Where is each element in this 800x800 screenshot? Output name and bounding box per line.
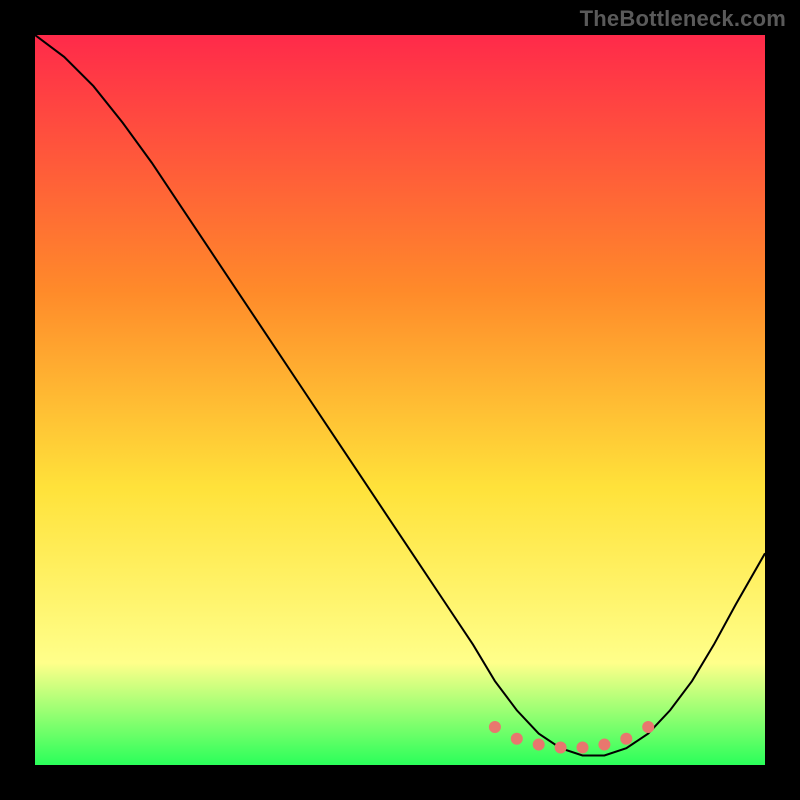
optimal-dot [511, 733, 523, 745]
plot-svg [35, 35, 765, 765]
chart-frame: TheBottleneck.com [0, 0, 800, 800]
gradient-background [35, 35, 765, 765]
optimal-dot [489, 721, 501, 733]
optimal-dot [533, 739, 545, 751]
optimal-dot [642, 721, 654, 733]
optimal-dot [598, 739, 610, 751]
optimal-dot [620, 733, 632, 745]
plot-area [35, 35, 765, 765]
optimal-dot [555, 741, 567, 753]
optimal-dot [577, 741, 589, 753]
watermark-text: TheBottleneck.com [580, 6, 786, 32]
